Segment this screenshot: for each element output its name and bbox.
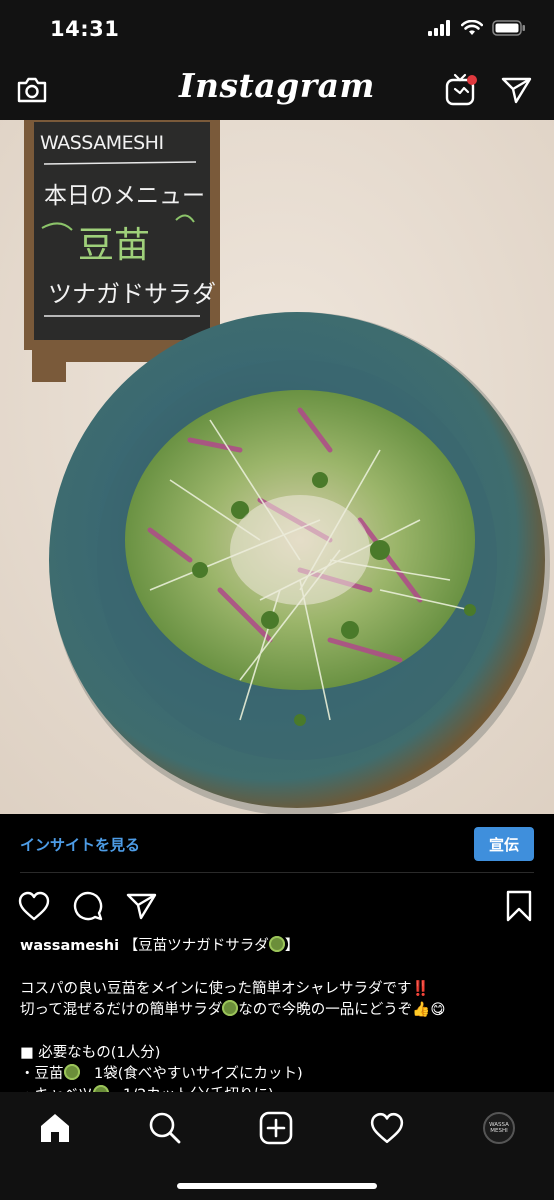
- activity-heart-icon[interactable]: [367, 1108, 407, 1148]
- caption-line-2-text-a: 切って混ぜるだけの簡単サラダ: [20, 1002, 223, 1018]
- home-indicator: [177, 1183, 377, 1189]
- salad-emoji-icon: [268, 936, 285, 952]
- ingredient-1-name: ・豆苗: [20, 1066, 64, 1082]
- direct-message-icon[interactable]: [499, 72, 535, 108]
- promote-button[interactable]: 宣伝: [474, 827, 534, 861]
- board-line-doumyou: 豆苗: [78, 225, 151, 266]
- status-time: 14:31: [50, 17, 120, 41]
- caption-title-line: wassameshi 【豆苗ツナガドサラダ】: [20, 936, 536, 957]
- wifi-icon: [461, 20, 483, 35]
- thumbs-up-yum-emoji-icon: 👍😋: [412, 1002, 446, 1018]
- status-bar: 14:31: [0, 0, 554, 62]
- comment-icon[interactable]: [70, 888, 106, 924]
- board-line-salad: ツナガドサラダ: [48, 280, 216, 308]
- caption-line-2-text-b: なので今晩の一品にどうぞ: [238, 1002, 413, 1018]
- ingredient-item-1: ・豆苗 1袋(食べやすいサイズにカット): [20, 1064, 536, 1085]
- caption-line-1: コスパの良い豆苗をメインに使った簡単オシャレサラダです‼️: [20, 979, 536, 1000]
- like-icon[interactable]: [16, 888, 52, 924]
- profile-avatar[interactable]: WASSA MESHI: [479, 1108, 519, 1148]
- top-nav-bar: Instagram: [0, 62, 554, 120]
- caption-line-1-text: コスパの良い豆苗をメインに使った簡単オシャレサラダです: [20, 981, 412, 997]
- search-icon[interactable]: [145, 1108, 185, 1148]
- ingredients-heading: ■ 必要なもの(1人分): [20, 1045, 161, 1061]
- signal-icon: [428, 20, 450, 36]
- caption-title-end: 】: [284, 938, 300, 954]
- double-exclamation-icon: ‼️: [411, 981, 430, 997]
- salad-emoji-icon: [222, 1000, 239, 1016]
- post-actions: [0, 872, 554, 938]
- save-bookmark-icon[interactable]: [502, 888, 536, 924]
- home-icon[interactable]: [35, 1108, 75, 1148]
- status-icons: [428, 20, 526, 36]
- insight-bar: インサイトを見る 宣伝: [0, 814, 554, 872]
- battery-icon: [492, 20, 525, 36]
- igtv-icon[interactable]: [443, 70, 479, 110]
- ingredient-1-detail: 1袋(食べやすいサイズにカット): [79, 1066, 303, 1082]
- post-photo[interactable]: WASSAMESHI 本日のメニュー 豆苗 ツナガドサラダ: [0, 120, 554, 814]
- avatar-label: WASSA MESHI: [489, 1122, 509, 1134]
- board-line-menu: 本日のメニュー: [44, 183, 205, 209]
- caption-line-2: 切って混ぜるだけの簡単サラダ なので今晩の一品にどうぞ👍😋: [20, 1000, 536, 1021]
- post-caption: wassameshi 【豆苗ツナガドサラダ】 コスパの良い豆苗をメインに使った簡…: [20, 936, 536, 1106]
- caption-title: 【豆苗ツナガドサラダ: [123, 938, 269, 954]
- view-insights-link[interactable]: インサイトを見る: [20, 834, 140, 855]
- post-username[interactable]: wassameshi: [20, 938, 119, 954]
- new-post-icon[interactable]: [256, 1108, 296, 1148]
- share-icon[interactable]: [124, 888, 160, 924]
- salad-emoji-icon: [63, 1064, 80, 1080]
- board-title: WASSAMESHI: [40, 132, 164, 154]
